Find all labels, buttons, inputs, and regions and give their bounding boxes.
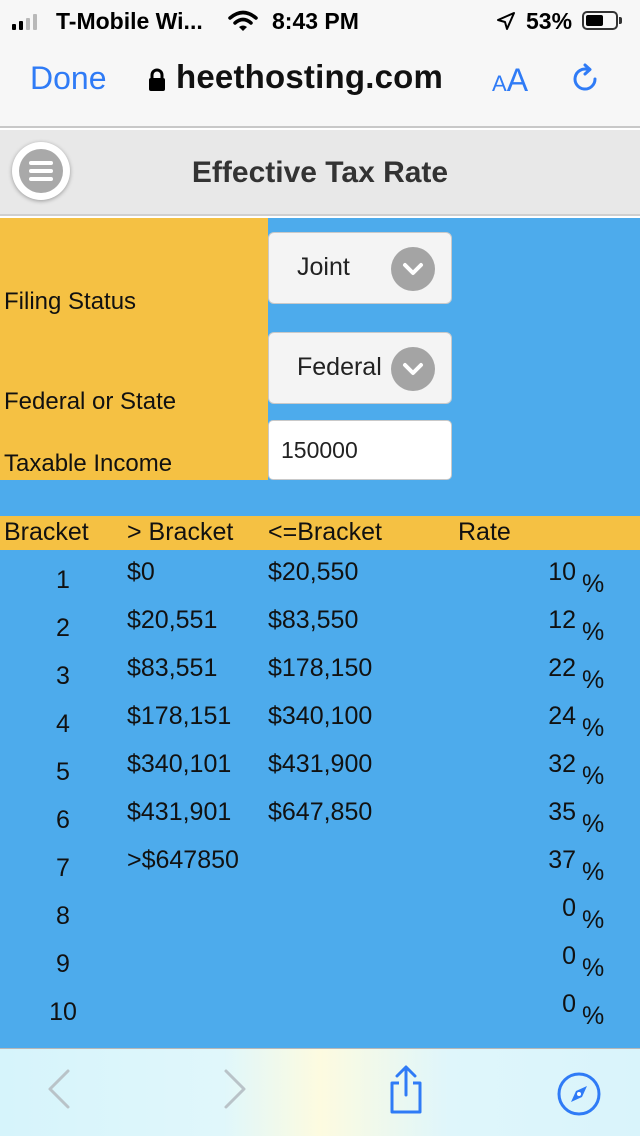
lower-bound: $431,901	[127, 798, 232, 826]
wifi-icon	[228, 10, 258, 38]
federal-or-state-value: Federal	[297, 353, 382, 381]
reload-icon[interactable]	[568, 62, 602, 101]
header-lower-bound: > Bracket	[127, 518, 234, 546]
percent-sign: %	[582, 1002, 605, 1030]
bracket-number: 1	[56, 566, 70, 594]
filing-status-label: Filing Status	[4, 288, 137, 315]
tax-rate: 35	[548, 798, 576, 826]
bracket-table-body: 1 $0 $20,550 10% 2 $20,551 $83,550 12% 3 $83,551 $…	[0, 554, 640, 1034]
filing-status-value: Joint	[297, 253, 350, 281]
table-row: 6 $431,901 $647,850 35%	[0, 794, 640, 842]
share-icon[interactable]	[386, 1065, 426, 1120]
percent-sign: %	[582, 906, 605, 934]
bracket-number: 4	[56, 710, 70, 738]
label-panel: Filing Status Federal or State Taxable I…	[0, 218, 268, 480]
table-row: 10 0%	[0, 986, 640, 1034]
table-row: 7 >$647850 37%	[0, 842, 640, 890]
done-button[interactable]: Done	[30, 60, 107, 97]
browser-url-bar: Done heethosting.com AA	[0, 44, 640, 128]
upper-bound: $431,900	[268, 750, 373, 778]
tax-rate: 22	[548, 654, 576, 682]
location-icon	[496, 10, 516, 37]
table-row: 4 $178,151 $340,100 24%	[0, 698, 640, 746]
lower-bound: $83,551	[127, 654, 218, 682]
tax-rate: 10	[548, 558, 576, 586]
percent-sign: %	[582, 570, 605, 598]
percent-sign: %	[582, 618, 605, 646]
url-domain[interactable]: heethosting.com	[176, 58, 443, 96]
header-upper-bound: <=Bracket	[268, 518, 382, 546]
clock: 8:43 PM	[272, 8, 359, 34]
chevron-down-icon	[391, 247, 435, 291]
reader-text-size-button[interactable]: AA	[492, 62, 528, 99]
bracket-number: 10	[49, 998, 77, 1026]
table-row: 2 $20,551 $83,550 12%	[0, 602, 640, 650]
tax-rate: 0	[562, 942, 576, 970]
page-title: Effective Tax Rate	[191, 156, 449, 189]
bracket-number: 8	[56, 902, 70, 930]
signal-icon	[12, 12, 37, 30]
percent-sign: %	[582, 954, 605, 982]
safari-compass-icon[interactable]	[556, 1071, 602, 1122]
lock-icon	[148, 68, 166, 97]
percent-sign: %	[582, 810, 605, 838]
upper-bound: $83,550	[268, 606, 359, 634]
header-bracket: Bracket	[4, 518, 89, 546]
upper-bound: $647,850	[268, 798, 373, 826]
bracket-number: 9	[56, 950, 70, 978]
table-row: 1 $0 $20,550 10%	[0, 554, 640, 602]
carrier-name: T-Mobile Wi...	[56, 8, 203, 34]
tax-rate: 24	[548, 702, 576, 730]
table-row: 3 $83,551 $178,150 22%	[0, 650, 640, 698]
table-row: 5 $340,101 $431,900 32%	[0, 746, 640, 794]
forward-icon[interactable]	[220, 1067, 250, 1116]
lower-bound: $340,101	[127, 750, 232, 778]
battery-percent: 53%	[526, 8, 573, 34]
status-bar: T-Mobile Wi... 8:43 PM 53%	[0, 0, 640, 44]
lower-bound: $0	[127, 558, 155, 586]
calculator-panel: Filing Status Federal or State Taxable I…	[0, 218, 640, 1048]
bracket-number: 3	[56, 662, 70, 690]
tax-rate: 0	[562, 990, 576, 1018]
table-row: 9 0%	[0, 938, 640, 986]
bracket-number: 5	[56, 758, 70, 786]
tax-rate: 12	[548, 606, 576, 634]
bracket-table-header: Bracket > Bracket <=Bracket Rate	[0, 516, 640, 550]
upper-bound: $340,100	[268, 702, 373, 730]
percent-sign: %	[582, 762, 605, 790]
taxable-income-label: Taxable Income	[4, 450, 173, 477]
lower-bound: $20,551	[127, 606, 218, 634]
header-rate: Rate	[458, 518, 511, 546]
federal-or-state-select[interactable]: Federal	[268, 332, 452, 404]
lower-bound: $178,151	[127, 702, 232, 730]
tax-rate: 37	[548, 846, 576, 874]
battery-icon	[582, 11, 622, 30]
taxable-income-input[interactable]	[268, 420, 452, 480]
chevron-down-icon	[391, 347, 435, 391]
bracket-number: 2	[56, 614, 70, 642]
tax-rate: 32	[548, 750, 576, 778]
table-row: 8 0%	[0, 890, 640, 938]
back-icon[interactable]	[44, 1067, 74, 1116]
browser-toolbar	[0, 1048, 640, 1136]
bracket-number: 6	[56, 806, 70, 834]
bracket-number: 7	[56, 854, 70, 882]
tax-rate: 0	[562, 894, 576, 922]
percent-sign: %	[582, 858, 605, 886]
filing-status-select[interactable]: Joint	[268, 232, 452, 304]
percent-sign: %	[582, 714, 605, 742]
upper-bound: $20,550	[268, 558, 359, 586]
app-header: Effective Tax Rate	[0, 130, 640, 216]
federal-or-state-label: Federal or State	[4, 388, 177, 415]
percent-sign: %	[582, 666, 605, 694]
upper-bound: $178,150	[268, 654, 373, 682]
lower-bound: >$647850	[127, 846, 239, 874]
